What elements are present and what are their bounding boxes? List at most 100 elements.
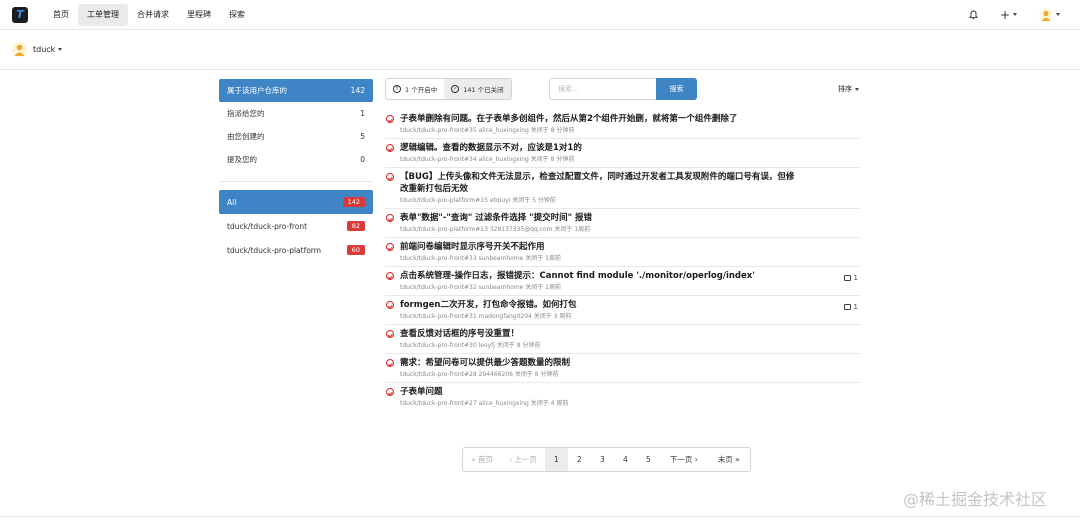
issue-title[interactable]: 查看反馈对话框的序号没重置！ xyxy=(400,328,861,340)
org-header: tduck xyxy=(0,30,1080,70)
nav-home[interactable]: 首页 xyxy=(44,4,78,26)
first-page-button[interactable]: « 首页 xyxy=(463,448,501,471)
issue-meta: tduck/tduck-pro-front#33 sunbeamhome 关闭于… xyxy=(400,255,561,262)
closed-issue-icon xyxy=(386,301,394,309)
nav-explore[interactable]: 探索 xyxy=(220,4,254,26)
watermark: @稀土掘金技术社区 xyxy=(903,490,1048,509)
notifications-button[interactable] xyxy=(969,10,978,20)
filter-your-repos[interactable]: 属于该用户仓库的 142 xyxy=(219,79,373,102)
top-navbar: T 首页 工单管理 合并请求 里程碑 探索 + xyxy=(0,0,1080,30)
issue-title[interactable]: 点击系统管理-操作日志，报错提示：Cannot find module './m… xyxy=(400,270,861,282)
repo-filter-front[interactable]: tduck/tduck-pro-front 82 xyxy=(219,214,373,238)
open-issues-label: 1 个开启中 xyxy=(405,86,438,94)
closed-issue-icon xyxy=(386,115,394,123)
plus-icon: + xyxy=(999,7,1010,22)
issue-filter-menu: 属于该用户仓库的 142 指派给您的 1 由您创建的 5 提及您的 0 xyxy=(219,79,373,171)
nav-milestones[interactable]: 里程碑 xyxy=(178,4,220,26)
next-page-button[interactable]: 下一页 › xyxy=(660,448,708,471)
comment-icon xyxy=(843,275,851,281)
org-avatar xyxy=(12,42,27,57)
issue-meta: tduck/tduck-pro-front#35 alice_huxingxin… xyxy=(400,127,575,134)
last-page-button[interactable]: 末页 » xyxy=(708,448,750,471)
info-icon: ! xyxy=(393,85,401,93)
closed-issue-icon xyxy=(386,243,394,251)
issue-meta: tduck/tduck-pro-platform#13 328137335@qq… xyxy=(400,226,591,233)
list-item: 查看反馈对话框的序号没重置！ tduck/tduck-pro-front#30 … xyxy=(385,325,861,354)
list-item: 子表单问题 tduck/tduck-pro-front#27 alice_hux… xyxy=(385,383,861,411)
issue-meta: tduck/tduck-pro-front#27 alice_huxingxin… xyxy=(400,400,569,407)
create-new-dropdown[interactable]: + xyxy=(999,7,1017,22)
issue-meta: tduck/tduck-pro-platform#15 etqiuyi 关闭于 … xyxy=(400,197,556,204)
repo-filter-platform[interactable]: tduck/tduck-pro-platform 60 xyxy=(219,238,373,262)
chevron-down-icon xyxy=(1013,13,1017,16)
closed-issue-icon xyxy=(386,330,394,338)
filter-count: 0 xyxy=(360,155,365,164)
page-2-button[interactable]: 2 xyxy=(568,448,591,471)
comment-count: 1 xyxy=(853,274,858,282)
nav-pull-requests[interactable]: 合并请求 xyxy=(128,4,178,26)
issue-list: 子表单删除有问题。在子表单多创组件，然后从第2个组件开始删，就将第一个组件删除了… xyxy=(385,110,861,411)
filter-assigned[interactable]: 指派给您的 1 xyxy=(219,102,373,125)
comment-count-link[interactable]: 1 xyxy=(843,274,858,282)
comment-count: 1 xyxy=(853,303,858,311)
page-5-button[interactable]: 5 xyxy=(637,448,660,471)
repo-count-badge: 82 xyxy=(346,221,365,231)
filter-label: 属于该用户仓库的 xyxy=(227,86,287,95)
filter-label: 提及您的 xyxy=(227,155,257,164)
filter-created[interactable]: 由您创建的 5 xyxy=(219,125,373,148)
filter-mentioned[interactable]: 提及您的 0 xyxy=(219,148,373,171)
open-issues-tab[interactable]: ! 1 个开启中 xyxy=(386,79,444,99)
org-switcher[interactable]: tduck xyxy=(33,45,63,54)
issue-title[interactable]: 表单"数据"-"查询" 过滤条件选择 "提交时间" 报错 xyxy=(400,212,861,224)
list-item: 表单"数据"-"查询" 过滤条件选择 "提交时间" 报错 tduck/tduck… xyxy=(385,209,861,238)
nav-right-actions: + xyxy=(947,0,1060,30)
page-1-button[interactable]: 1 xyxy=(544,448,568,471)
check-circle-icon: ✓ xyxy=(451,85,460,93)
user-menu-dropdown[interactable] xyxy=(1039,7,1060,22)
issue-meta: tduck/tduck-pro-front#30 leoyfj 关闭于 8 分钟… xyxy=(400,342,541,349)
issue-meta: tduck/tduck-pro-front#34 alice_huxingxin… xyxy=(400,156,575,163)
closed-issue-icon xyxy=(386,144,394,152)
issue-title[interactable]: formgen二次开发，打包命令报错。如何打包 xyxy=(400,299,861,311)
filter-count: 5 xyxy=(360,132,365,141)
comment-count-link[interactable]: 1 xyxy=(843,303,858,311)
chevron-down-icon xyxy=(58,48,63,51)
list-item: 前端问卷编辑时显示序号开关不起作用 tduck/tduck-pro-front#… xyxy=(385,238,861,267)
search-input[interactable] xyxy=(549,78,656,100)
closed-issue-icon xyxy=(386,388,394,396)
issue-title[interactable]: 子表单问题 xyxy=(400,386,861,398)
page-3-button[interactable]: 3 xyxy=(591,448,614,471)
sort-dropdown[interactable]: 排序 xyxy=(838,84,859,94)
filter-label: 由您创建的 xyxy=(227,132,265,141)
issue-toolbar: ! 1 个开启中 ✓ 141 个已关闭 搜索 排序 xyxy=(385,78,861,100)
repo-count-badge: 142 xyxy=(342,197,365,207)
search-button[interactable]: 搜索 xyxy=(656,78,697,100)
issue-title[interactable]: 子表单删除有问题。在子表单多创组件，然后从第2个组件开始删，就将第一个组件删除了 xyxy=(400,113,861,125)
filter-count: 1 xyxy=(360,109,365,118)
issue-title[interactable]: 需求：希望问卷可以提供最少答题数量的限制 xyxy=(400,357,861,369)
comment-icon xyxy=(843,304,851,310)
filter-count: 142 xyxy=(350,86,365,95)
nav-issues[interactable]: 工单管理 xyxy=(78,3,128,26)
app-logo[interactable]: T xyxy=(12,6,28,23)
list-item: 点击系统管理-操作日志，报错提示：Cannot find module './m… xyxy=(385,267,861,296)
main-nav: 首页 工单管理 合并请求 里程碑 探索 xyxy=(44,0,254,30)
page-4-button[interactable]: 4 xyxy=(614,448,637,471)
issue-title[interactable]: 逻辑编辑。查看的数据显示不对，应该是1对1的 xyxy=(400,142,861,154)
repo-filter-all[interactable]: All 142 xyxy=(219,190,373,214)
closed-issue-icon xyxy=(386,214,394,222)
issue-title[interactable]: 前端问卷编辑时显示序号开关不起作用 xyxy=(400,241,861,253)
list-item: 子表单删除有问题。在子表单多创组件，然后从第2个组件开始删，就将第一个组件删除了… xyxy=(385,110,861,139)
prev-page-button[interactable]: ‹ 上一页 xyxy=(501,448,545,471)
issue-search: 搜索 xyxy=(549,78,697,100)
closed-issues-tab[interactable]: ✓ 141 个已关闭 xyxy=(444,79,511,99)
list-item: 【BUG】上传头像和文件无法显示，检查过配置文件，同时通过开发者工具发现附件的端… xyxy=(385,168,861,209)
list-item: 逻辑编辑。查看的数据显示不对，应该是1对1的 tduck/tduck-pro-f… xyxy=(385,139,861,168)
repo-count-badge: 60 xyxy=(346,245,365,255)
issue-title[interactable]: 【BUG】上传头像和文件无法显示，检查过配置文件，同时通过开发者工具发现附件的端… xyxy=(400,171,861,195)
issue-list-panel: ! 1 个开启中 ✓ 141 个已关闭 搜索 排序 子表单删除有问题。在子表单多… xyxy=(385,78,861,411)
closed-issue-icon xyxy=(386,272,394,280)
repo-label: tduck/tduck-pro-front xyxy=(227,221,308,231)
closed-issue-icon xyxy=(386,359,394,367)
closed-issues-label: 141 个已关闭 xyxy=(463,86,504,94)
